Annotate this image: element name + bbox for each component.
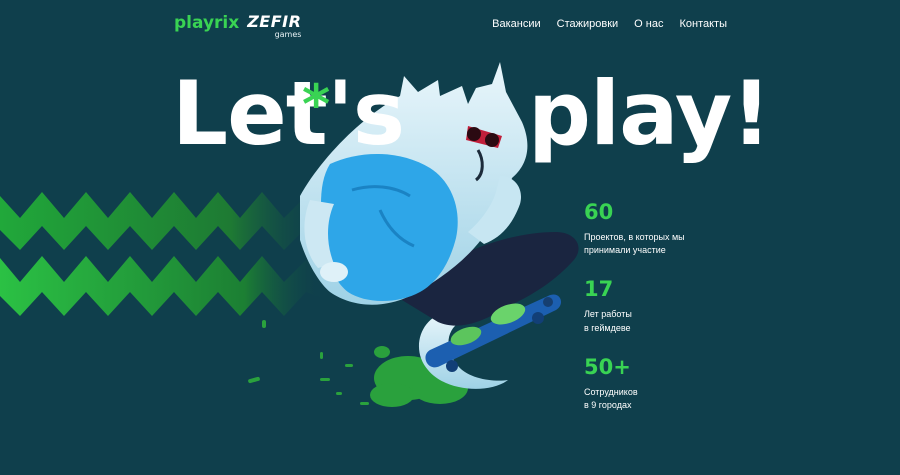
stat-employees-number: 50+ [584, 354, 631, 379]
nav-link-internships[interactable]: Стажировки [557, 18, 619, 30]
zefir-logo-subtext: games [274, 30, 302, 39]
stat-years-number: 17 [584, 277, 614, 302]
hero-headline-lets: Let's [172, 62, 405, 165]
stat-projects-text: Проектов, в которых мы принимали участие [584, 232, 685, 256]
zigzag-band-lower [0, 256, 326, 316]
stat-employees-text: Сотрудников в 9 городах [584, 386, 638, 410]
top-navigation-bar: playrix ZEFIR games Вакансии Стажировки … [0, 0, 900, 48]
nav-link-vacancies[interactable]: Вакансии [492, 18, 541, 30]
landing-page: playrix ZEFIR games Вакансии Стажировки … [0, 0, 900, 475]
playrix-logo[interactable]: playrix [174, 14, 239, 32]
zefir-games-logo[interactable]: ZEFIR games [247, 14, 301, 39]
zefir-logo-text: ZEFIR [247, 12, 302, 31]
nav-link-about[interactable]: О нас [634, 18, 663, 30]
stat-years: 17 Лет работы в геймдеве [584, 277, 764, 334]
stat-projects-number: 60 [584, 200, 614, 224]
company-stats: 60 Проектов, в которых мы принимали учас… [584, 200, 764, 432]
main-nav: Вакансии Стажировки О нас Контакты [492, 18, 727, 30]
logo-group[interactable]: playrix ZEFIR games [174, 14, 301, 39]
stat-years-text: Лет работы в геймдеве [584, 309, 632, 333]
hero-asterisk: * [302, 73, 331, 136]
stat-employees: 50+ Сотрудников в 9 городах [584, 355, 764, 412]
stat-projects: 60 Проектов, в которых мы принимали учас… [584, 200, 764, 257]
zigzag-band-upper [0, 192, 330, 250]
hero-headline-play: play! [528, 62, 771, 165]
nav-link-contacts[interactable]: Контакты [679, 18, 727, 30]
